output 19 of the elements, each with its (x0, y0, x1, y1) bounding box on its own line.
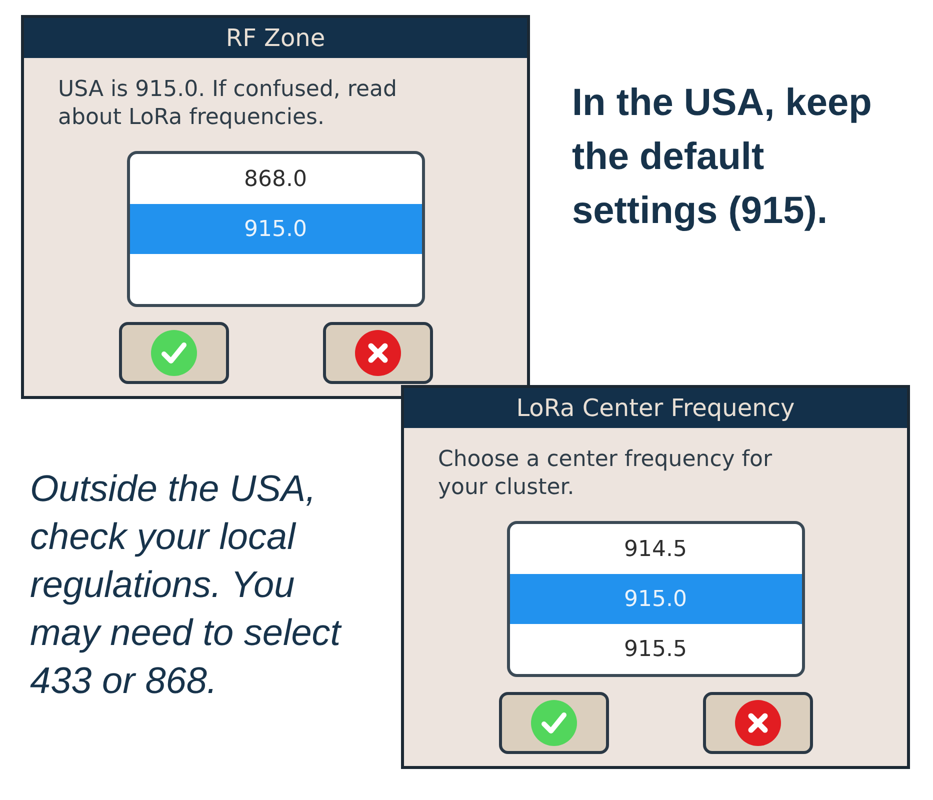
dialog-title: RF Zone (226, 23, 326, 53)
close-icon (354, 330, 400, 376)
dialog-message: Choose a center frequency for your cluster. (438, 446, 774, 502)
cancel-button[interactable] (702, 692, 812, 754)
list-option[interactable]: 914.5 (510, 524, 802, 574)
check-icon (150, 330, 196, 376)
list-option[interactable]: 868.0 (130, 154, 422, 204)
check-icon (530, 700, 576, 746)
note-text: In the USA, keep the default settings (915). (572, 81, 873, 234)
list-box[interactable]: 914.5 915.0 915.5 (506, 521, 804, 677)
dialog-message: USA is 915.0. If confused, read about LoRa frequencies. (58, 76, 398, 132)
dialog-title: LoRa Center Frequency (516, 393, 795, 423)
confirm-button[interactable] (498, 692, 608, 754)
cancel-button[interactable] (322, 322, 432, 384)
close-icon (734, 700, 780, 746)
list-box[interactable]: 868.0 915.0 (126, 151, 424, 307)
list-option[interactable]: 915.5 (510, 624, 802, 674)
note-text: Outside the USA, check your local regulations. You may need to select 433 or 868. (30, 467, 343, 703)
confirm-button[interactable] (118, 322, 228, 384)
